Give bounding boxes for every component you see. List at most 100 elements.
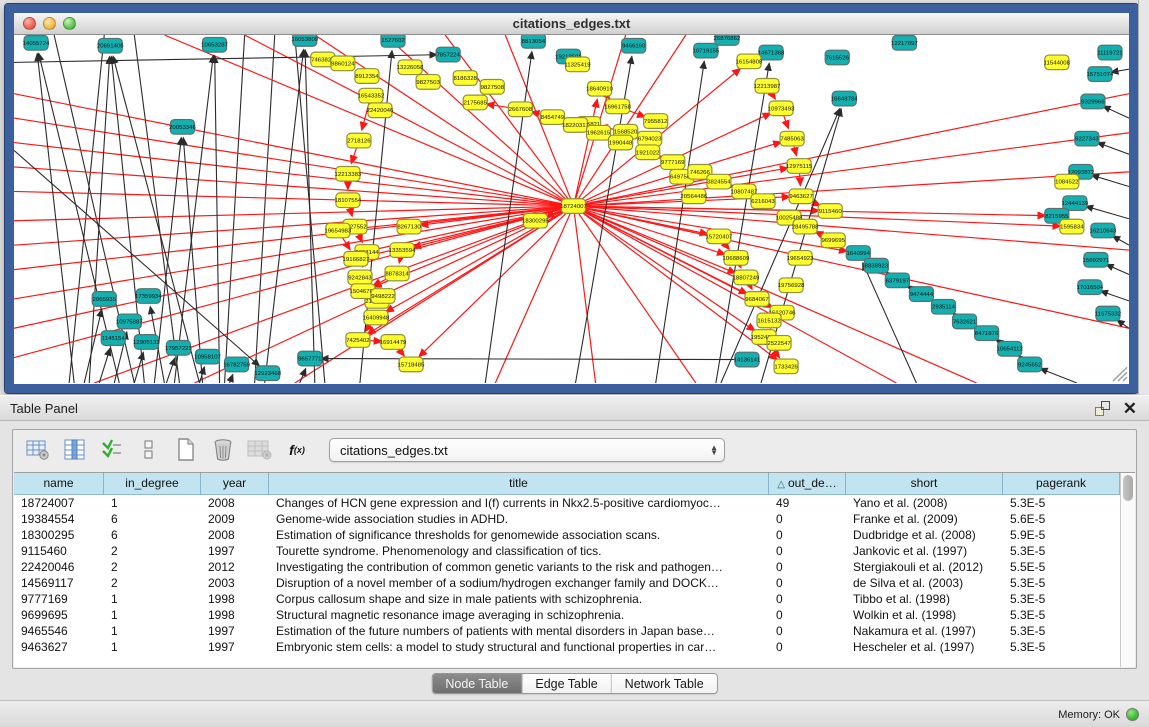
graph-node[interactable]: 19654983	[324, 223, 351, 238]
column-header-title[interactable]: title	[269, 473, 769, 494]
graph-node[interactable]: 11119721	[1097, 45, 1123, 60]
graph-node[interactable]: 7632621	[953, 314, 977, 329]
graph-node[interactable]: 1084522	[1055, 174, 1079, 189]
graph-node[interactable]: 9463627	[789, 189, 813, 204]
vertical-scrollbar[interactable]	[1120, 473, 1135, 667]
close-window-button[interactable]	[23, 17, 36, 30]
graph-node[interactable]: 16782759	[223, 357, 250, 372]
graph-node[interactable]: 8267130	[397, 219, 421, 234]
graph-node[interactable]: 14055724	[23, 35, 50, 50]
graph-node[interactable]: 20691406	[97, 38, 124, 53]
graph-node[interactable]: 19654923	[787, 251, 814, 266]
graph-node[interactable]: 14671368	[758, 45, 785, 60]
graph-node[interactable]: 13226058	[397, 60, 424, 75]
graph-node[interactable]: 17957223	[165, 340, 192, 355]
graph-node[interactable]: 15720407	[706, 229, 733, 244]
table-row[interactable]: 969969511998Structural magnetic resonanc…	[14, 607, 1120, 623]
window-titlebar[interactable]: citations_edges.txt	[14, 13, 1129, 35]
graph-node[interactable]: 1921022	[636, 145, 660, 160]
graph-node[interactable]: 1990448	[609, 135, 633, 150]
table-chooser-dropdown[interactable]: citations_edges.txt ▲▼	[329, 438, 725, 462]
graph-node[interactable]: 7485063	[780, 131, 804, 146]
close-panel-icon[interactable]: ✕	[1123, 400, 1137, 417]
graph-node[interactable]: 16914479	[380, 335, 407, 350]
graph-node[interactable]: 11325419	[564, 57, 591, 72]
graph-node[interactable]: 19756928	[778, 278, 805, 293]
graph-node[interactable]: 6216043	[751, 194, 775, 209]
function-builder-icon[interactable]: f(x)	[284, 437, 310, 463]
graph-node[interactable]: 2667608	[508, 102, 532, 117]
graph-node[interactable]: 28495788	[792, 219, 819, 234]
graph-node[interactable]: 10958107	[194, 349, 221, 364]
graph-node[interactable]: 12923468	[254, 366, 281, 381]
graph-node[interactable]: 1527602	[381, 35, 405, 47]
table-row[interactable]: 946362711997Embryonic stem cells: a mode…	[14, 639, 1120, 655]
graph-node[interactable]: 1595834	[1060, 219, 1084, 234]
graph-node[interactable]: 9474444	[909, 287, 933, 302]
graph-node[interactable]: 10719155	[692, 43, 719, 58]
minimize-window-button[interactable]	[43, 17, 56, 30]
graph-node[interactable]: 22420046	[367, 103, 394, 118]
new-document-icon[interactable]	[173, 437, 199, 463]
network-view-window[interactable]: citations_edges.txt 14055724 20691406 1065…	[5, 4, 1138, 393]
table-row[interactable]: 946554611997Estimation of the future num…	[14, 623, 1120, 639]
graph-node[interactable]: 2718126	[347, 133, 371, 148]
graph-node[interactable]: 17359934	[135, 289, 162, 304]
graph-node[interactable]: 1615132	[757, 313, 781, 328]
graph-node[interactable]: 12975115	[786, 159, 813, 174]
graph-node[interactable]: 6794023	[638, 131, 662, 146]
graph-node[interactable]: 9245652	[1018, 357, 1042, 372]
scrollbar-thumb[interactable]	[1123, 475, 1133, 501]
column-header-short[interactable]: short	[846, 473, 1003, 494]
table-row[interactable]: 977716911998Corpus callosum shape and si…	[14, 591, 1120, 607]
graph-node[interactable]: 1733426	[774, 359, 798, 374]
table-row[interactable]: 1872400712008Changes of HCN gene express…	[14, 495, 1120, 511]
rows-icon[interactable]	[136, 437, 162, 463]
graph-node[interactable]: 20053346	[169, 120, 196, 135]
graph-node[interactable]: 9860124	[331, 56, 355, 71]
graph-node[interactable]: 9827503	[416, 75, 440, 90]
graph-node[interactable]: 18640910	[586, 81, 613, 96]
network-graph[interactable]: 1405572420691406106532871605380915276027…	[14, 35, 1129, 383]
float-panel-icon[interactable]	[1094, 400, 1111, 417]
graph-node[interactable]: 2175685	[463, 95, 487, 110]
graph-node[interactable]: 8471876	[975, 326, 999, 341]
tab-network-table[interactable]: Network Table	[612, 674, 717, 693]
graph-node[interactable]: 16154808	[736, 54, 763, 69]
graph-node[interactable]: 17016504	[1077, 280, 1104, 295]
graph-node[interactable]: 12213383	[335, 166, 362, 181]
column-header-pagerank[interactable]: pagerank	[1003, 473, 1120, 494]
graph-node[interactable]: 16543352	[358, 88, 385, 103]
graph-node[interactable]: 9498222	[371, 289, 395, 304]
graph-node[interactable]: 15751074	[1087, 67, 1114, 82]
graph-node[interactable]: 10653287	[201, 37, 228, 52]
graph-node[interactable]: 16409948	[363, 310, 390, 325]
graph-node[interactable]: 12905133	[133, 335, 160, 350]
table-settings-icon[interactable]	[25, 437, 51, 463]
graph-node[interactable]: 8878314	[385, 266, 409, 281]
table-row[interactable]: 1830029562008Estimation of significance …	[14, 527, 1120, 543]
graph-node[interactable]: 1145154	[101, 331, 125, 346]
tab-edge-table[interactable]: Edge Table	[522, 674, 611, 693]
graph-node[interactable]: 9329966	[1081, 94, 1105, 109]
graph-node[interactable]: 15718485	[398, 357, 425, 372]
graph-node[interactable]: 18807249	[733, 270, 760, 285]
graph-node[interactable]: 12217097	[891, 35, 918, 50]
network-canvas[interactable]: 1405572420691406106532871605380915276027…	[14, 35, 1129, 383]
tab-node-table[interactable]: Node Table	[432, 674, 522, 693]
graph-node[interactable]: 9699695	[821, 233, 845, 248]
graph-node[interactable]: 10975887	[116, 314, 143, 329]
graph-node[interactable]: 10973493	[768, 101, 795, 116]
table-row[interactable]: 1938455462009Genome-wide association stu…	[14, 511, 1120, 527]
graph-node[interactable]: 16210643	[1090, 223, 1117, 238]
table-panel-titlebar[interactable]: Table Panel ✕	[0, 395, 1149, 421]
graph-node[interactable]: 2935114	[931, 299, 955, 314]
graph-node[interactable]: 11675332	[1095, 306, 1121, 321]
graph-node[interactable]: 18107554	[335, 193, 362, 208]
zoom-window-button[interactable]	[63, 17, 76, 30]
graph-node[interactable]: 9777169	[661, 155, 685, 170]
column-header-year[interactable]: year	[201, 473, 269, 494]
graph-node[interactable]: 3824554	[707, 174, 731, 189]
graph-node[interactable]: 9827508	[480, 79, 504, 94]
graph-node[interactable]: 8813054	[521, 35, 545, 48]
